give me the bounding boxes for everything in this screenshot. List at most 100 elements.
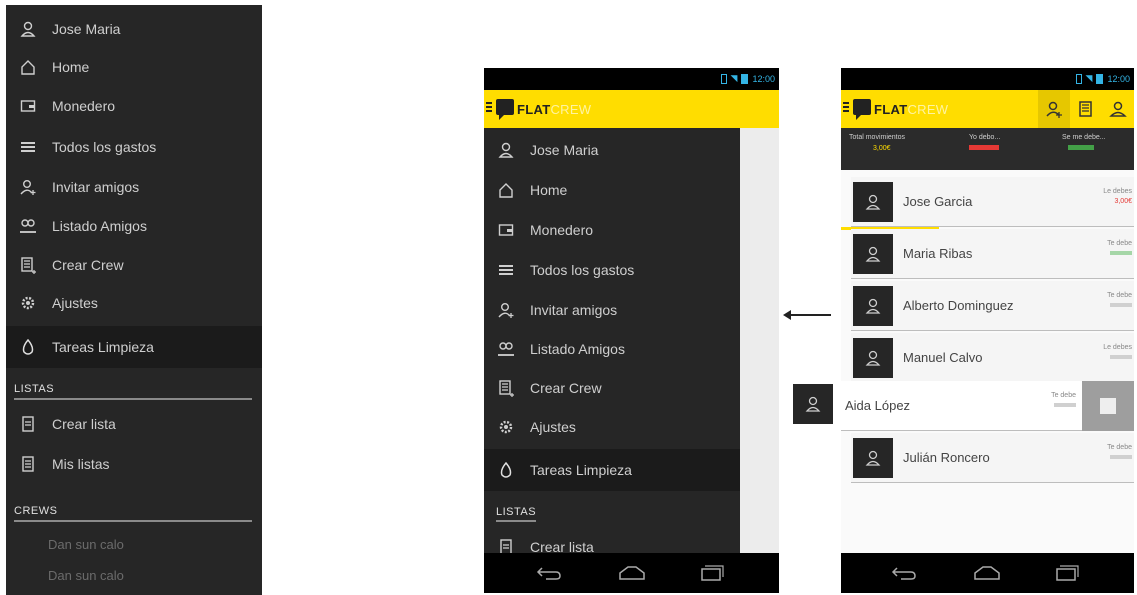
status-bar: ◥ 12:00 <box>841 68 1134 90</box>
add-user-icon <box>496 300 516 320</box>
transition-arrow <box>783 310 831 320</box>
drawer-item-profile[interactable]: Jose Maria <box>6 10 262 48</box>
friend-balance: Le debes 3,00€ <box>1103 188 1132 205</box>
app-logo: FLATCREW <box>874 102 949 117</box>
user-icon <box>18 19 38 39</box>
drawer-item-cleaning[interactable]: Tareas Limpieza <box>6 326 262 368</box>
drawer-item-create-crew[interactable]: Crear Crew <box>6 246 262 284</box>
drawer-item-expenses[interactable]: Todos los gastos <box>6 128 262 166</box>
phone-drawer-screen: ◥ 12:00 FLATCREW Jose Maria Home Moneder… <box>484 68 779 593</box>
avatar-swiped <box>793 384 833 424</box>
home-nav-icon[interactable] <box>618 565 646 586</box>
drawer-item-create-crew[interactable]: Crear Crew <box>484 369 740 407</box>
wifi-icon: ◥ <box>1085 73 1093 83</box>
document-icon <box>496 537 516 553</box>
cleaning-icon <box>18 337 38 357</box>
friend-name: Maria Ribas <box>903 246 973 261</box>
friend-balance: Le debes <box>1103 343 1132 363</box>
stat-total[interactable]: Total movimientos 3,00€ <box>849 134 939 152</box>
friend-row[interactable]: Maria Ribas Te debe <box>851 229 1134 279</box>
friend-name: Jose Garcia <box>903 194 973 209</box>
stat-i-owe[interactable]: Yo debo... <box>969 134 1059 150</box>
drawer-item-friends[interactable]: Listado Amigos <box>6 207 262 245</box>
friend-row[interactable]: Alberto Dominguez Te debe <box>851 281 1134 331</box>
document-icon <box>18 414 38 434</box>
signal-icon <box>741 73 749 84</box>
building-action-icon[interactable] <box>1070 90 1102 128</box>
drawer-item-label: Home <box>52 59 90 75</box>
drawer-item-invite[interactable]: Invitar amigos <box>484 291 740 329</box>
avatar <box>853 286 893 326</box>
friend-name: Manuel Calvo <box>903 350 983 365</box>
swipe-action-button[interactable] <box>1082 381 1134 431</box>
drawer-item-home[interactable]: Home <box>6 48 262 86</box>
friend-row[interactable]: Manuel Calvo Le debes <box>851 333 1134 383</box>
phone-friends-screen: ◥ 12:00 FLATCREW Total movimientos 3,00€… <box>841 68 1134 593</box>
friend-name: Alberto Dominguez <box>903 298 1014 313</box>
drawer-item-cleaning[interactable]: Tareas Limpieza <box>484 449 740 491</box>
debt-indicator <box>969 145 999 150</box>
logo-icon <box>496 99 514 120</box>
drawer-item-friends[interactable]: Listado Amigos <box>484 330 740 368</box>
stat-owed-to-me[interactable]: Se me debe... <box>1062 134 1134 150</box>
drawer-item-expenses[interactable]: Todos los gastos <box>484 251 740 289</box>
drawer-item-settings[interactable]: Ajustes <box>6 284 262 322</box>
add-user-icon <box>18 177 38 197</box>
drawer-item-label: Listado Amigos <box>530 341 625 357</box>
friend-balance: Te debe <box>1107 239 1132 259</box>
gear-icon <box>18 293 38 313</box>
gear-icon <box>496 417 516 437</box>
drawer-item-label: Mis listas <box>52 456 110 472</box>
drawer-item-wallet[interactable]: Monedero <box>6 87 262 125</box>
add-user-action-icon[interactable] <box>1038 90 1070 128</box>
note-icon <box>1100 398 1116 414</box>
balance-summary: Total movimientos 3,00€ Yo debo... Se me… <box>841 128 1134 230</box>
drawer-item-my-lists[interactable]: Mis listas <box>6 445 262 483</box>
drawer-item-invite[interactable]: Invitar amigos <box>6 168 262 206</box>
android-nav-bar <box>841 553 1134 593</box>
drawer-item-profile[interactable]: Jose Maria <box>484 131 740 169</box>
drawer-item-create-list[interactable]: Crear lista <box>484 528 740 553</box>
back-icon[interactable] <box>536 565 562 586</box>
friends-icon <box>496 339 516 359</box>
app-bar: FLATCREW <box>841 90 1134 128</box>
section-divider <box>496 520 536 522</box>
crew-item[interactable]: Dan sun calo <box>48 568 124 583</box>
home-nav-icon[interactable] <box>973 565 1001 586</box>
drawer-item-label: Jose Maria <box>52 21 121 37</box>
menu-icon[interactable] <box>486 102 492 114</box>
friend-row[interactable]: Jose Garcia Le debes 3,00€ <box>851 177 1134 227</box>
drawer-item-label: Tareas Limpieza <box>530 462 632 478</box>
recents-icon[interactable] <box>1055 565 1079 586</box>
drawer-item-wallet[interactable]: Monedero <box>484 211 740 249</box>
drawer-item-label: Tareas Limpieza <box>52 339 154 355</box>
avatar <box>853 438 893 478</box>
home-icon <box>18 57 38 77</box>
friend-row[interactable]: Julián Roncero Te debe <box>851 433 1134 483</box>
list-icon <box>18 137 38 157</box>
drawer-item-home[interactable]: Home <box>484 171 740 209</box>
building-icon <box>496 378 516 398</box>
friend-row-swiped[interactable]: Aida López Te debe <box>841 381 1134 431</box>
document-icon <box>18 454 38 474</box>
drawer-item-settings[interactable]: Ajustes <box>484 408 740 446</box>
drawer-item-label: Crear lista <box>52 416 116 432</box>
drawer-item-create-list[interactable]: Crear lista <box>6 405 262 443</box>
recents-icon[interactable] <box>700 565 724 586</box>
logo-icon <box>853 99 871 120</box>
status-bar: ◥ 12:00 <box>484 68 779 90</box>
friend-balance: Te debe <box>1107 291 1132 311</box>
section-divider <box>14 520 252 522</box>
drawer-item-label: Crear Crew <box>52 257 124 273</box>
drawer-item-label: Invitar amigos <box>530 302 618 318</box>
crew-item[interactable]: Dan sun calo <box>48 537 124 552</box>
app-bar: FLATCREW <box>484 90 779 128</box>
drawer-item-label: Todos los gastos <box>52 139 157 155</box>
menu-icon[interactable] <box>843 102 849 114</box>
content-scrim[interactable] <box>740 128 779 553</box>
navigation-drawer: Jose Maria Home Monedero Todos los gasto… <box>484 128 740 553</box>
avatar <box>853 338 893 378</box>
profile-action-icon[interactable] <box>1102 90 1134 128</box>
battery-icon <box>720 73 727 84</box>
back-icon[interactable] <box>891 565 917 586</box>
